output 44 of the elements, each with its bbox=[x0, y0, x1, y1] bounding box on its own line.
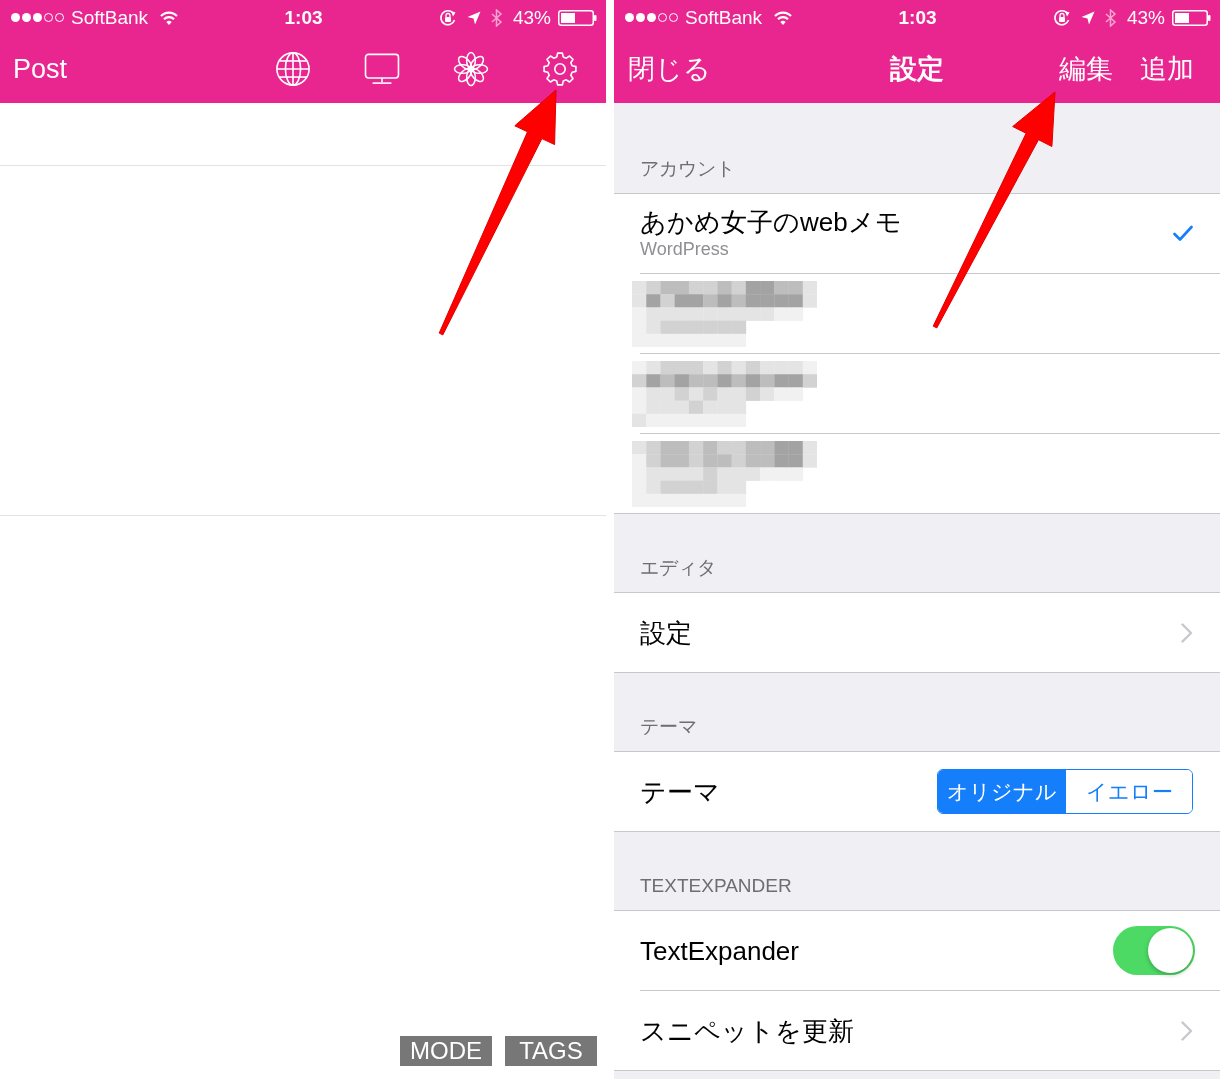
chevron-icon bbox=[1181, 622, 1193, 643]
segment-tab[interactable]: オリジナル bbox=[938, 770, 1065, 813]
nav-button[interactable]: 追加 bbox=[1140, 52, 1194, 86]
settings-gear-icon[interactable] bbox=[542, 51, 578, 87]
toggle-switch[interactable] bbox=[1113, 926, 1195, 975]
battery-percent: 43% bbox=[512, 6, 551, 29]
toolbar-button[interactable]: MODE bbox=[400, 1036, 492, 1066]
bluetooth-icon bbox=[1104, 8, 1117, 27]
section-header: TEXTEXPANDER bbox=[640, 874, 792, 898]
rotation-lock-icon bbox=[1052, 8, 1071, 27]
carrier-name: SoftBank bbox=[71, 6, 149, 29]
battery-icon bbox=[1172, 9, 1211, 26]
bluetooth-icon bbox=[490, 8, 503, 27]
battery-icon bbox=[558, 9, 597, 26]
wifi-icon bbox=[774, 10, 793, 25]
nav-button[interactable]: 編集 bbox=[1059, 52, 1113, 86]
nav-title: Post bbox=[12, 53, 68, 85]
section-header: アカウント bbox=[640, 157, 735, 181]
chevron-icon bbox=[1181, 1020, 1193, 1041]
monitor-icon[interactable] bbox=[364, 53, 400, 85]
flower-icon[interactable] bbox=[453, 51, 489, 87]
row-title[interactable]: あかめ女子のwebメモ bbox=[640, 206, 902, 237]
location-arrow-icon bbox=[466, 10, 481, 25]
row-title[interactable]: 設定 bbox=[640, 617, 692, 648]
toolbar-button[interactable]: TAGS bbox=[505, 1036, 597, 1066]
row-title: テーマ bbox=[640, 776, 720, 807]
status-time: 1:03 bbox=[284, 6, 323, 29]
section-header: テーマ bbox=[640, 715, 697, 739]
status-time: 1:03 bbox=[898, 6, 937, 29]
close-button[interactable]: 閉じる bbox=[614, 52, 711, 86]
location-arrow-icon bbox=[1080, 10, 1095, 25]
globe-icon[interactable] bbox=[275, 51, 311, 87]
signal-dots-icon bbox=[10, 12, 66, 23]
carrier-name: SoftBank bbox=[685, 6, 763, 29]
segment-tab[interactable]: イエロー bbox=[1065, 770, 1192, 813]
signal-dots-icon bbox=[624, 12, 680, 23]
row-title: TextExpander bbox=[640, 935, 799, 966]
rotation-lock-icon bbox=[438, 8, 457, 27]
nav-title: 設定 bbox=[890, 53, 944, 86]
wifi-icon bbox=[160, 10, 179, 25]
row-subtitle: WordPress bbox=[640, 237, 730, 261]
battery-percent: 43% bbox=[1126, 6, 1165, 29]
section-header: エディタ bbox=[640, 556, 716, 580]
row-title[interactable]: スニペットを更新 bbox=[640, 1015, 854, 1046]
